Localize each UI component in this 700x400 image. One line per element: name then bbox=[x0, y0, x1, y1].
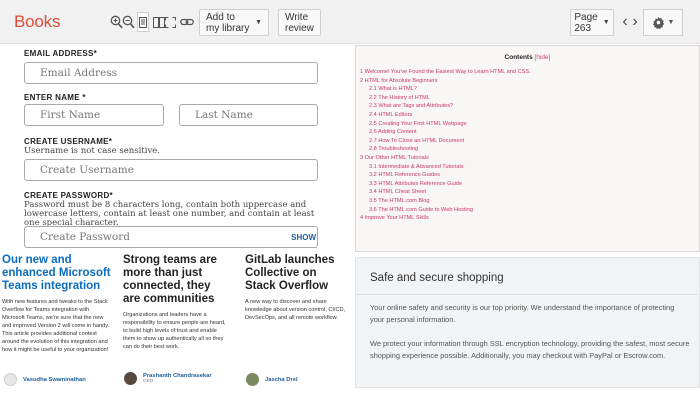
password-placeholder: Create Password bbox=[40, 231, 130, 243]
avatar bbox=[124, 372, 137, 385]
page-select-label: Page 263 bbox=[574, 11, 598, 34]
settings-button[interactable]: ▼ bbox=[643, 9, 683, 36]
chevron-down-icon: ▼ bbox=[255, 19, 262, 26]
toc-link[interactable]: 3.5 The HTML.com Blog bbox=[360, 197, 690, 206]
chevron-down-icon: ▼ bbox=[667, 19, 675, 26]
password-help-text: Password must be 8 characters long, cont… bbox=[24, 200, 315, 228]
toc-link[interactable]: 3.1 Intermediate & Advanced Tutorials bbox=[360, 163, 690, 172]
toc-link[interactable]: 3.3 HTML Attributes Reference Guide bbox=[360, 180, 690, 189]
link-icon[interactable] bbox=[177, 11, 197, 33]
safe-shopping-title: Safe and secure shopping bbox=[370, 272, 504, 284]
toc-link[interactable]: 3 Our Other HTML Tutorials bbox=[360, 154, 690, 163]
toc-link[interactable]: 2.1 What is HTML? bbox=[360, 85, 690, 94]
single-page-view-icon[interactable] bbox=[137, 12, 149, 32]
add-to-library-button[interactable]: Add to my library ▼ bbox=[199, 9, 269, 36]
article-author[interactable]: Vasudha Swaminathan bbox=[4, 373, 86, 386]
toc-link[interactable]: 2.6 Adding Content bbox=[360, 128, 690, 137]
divider bbox=[356, 294, 699, 295]
toc-link[interactable]: 2.4 HTML Editors bbox=[360, 111, 690, 120]
contents-heading: Contents bbox=[504, 54, 533, 61]
toc-link[interactable]: 4 Improve Your HTML Skills bbox=[360, 214, 690, 223]
toc-link[interactable]: 2.8 Troubleshooting bbox=[360, 145, 690, 154]
first-name-field[interactable]: First Name bbox=[24, 104, 164, 126]
page-select[interactable]: Page 263 ▼ bbox=[570, 9, 614, 36]
username-label: CREATE USERNAME* bbox=[24, 137, 113, 146]
last-name-field[interactable]: Last Name bbox=[179, 104, 318, 126]
hide-toc-link[interactable]: [hide] bbox=[535, 54, 551, 61]
books-toolbar: Books Add to my library ▼ Write review P… bbox=[0, 0, 700, 44]
toc-link[interactable]: 1 Welcome! You've Found the Easiest Way … bbox=[360, 68, 690, 77]
toc-link[interactable]: 2.3 What are Tags and Attributes? bbox=[360, 102, 690, 111]
toc-link[interactable]: 2.7 How To Close an HTML Document bbox=[360, 137, 690, 146]
username-field[interactable]: Create Username bbox=[24, 159, 318, 181]
contents-title: Contents [hide] bbox=[356, 54, 699, 61]
email-label: EMAIL ADDRESS* bbox=[24, 49, 98, 58]
article-title[interactable]: GitLab launches Collective on Stack Over… bbox=[245, 254, 348, 293]
toc-link[interactable]: 3.2 HTML Reference Guides bbox=[360, 171, 690, 180]
write-review-button[interactable]: Write review bbox=[278, 9, 321, 36]
author-name: Vasudha Swaminathan bbox=[23, 376, 86, 383]
article-card-gitlab[interactable]: GitLab launches Collective on Stack Over… bbox=[245, 254, 348, 322]
chevron-down-icon: ▼ bbox=[602, 19, 610, 26]
article-title[interactable]: Strong teams are more than just connecte… bbox=[123, 254, 230, 306]
show-password-button[interactable]: SHOW bbox=[291, 233, 316, 242]
safe-shopping-panel: Safe and secure shopping Your online saf… bbox=[355, 257, 700, 388]
password-field[interactable]: Create Password bbox=[24, 226, 318, 248]
gear-icon bbox=[652, 16, 664, 29]
article-description: With new features and tweaks to the Stac… bbox=[2, 299, 110, 353]
avatar bbox=[4, 373, 17, 386]
avatar bbox=[246, 373, 259, 386]
article-author[interactable]: Prashanth Chandrasekar CEO bbox=[124, 372, 212, 385]
write-review-label: Write review bbox=[285, 11, 314, 34]
author-name: Jascha Drel bbox=[265, 376, 298, 383]
article-card-teams[interactable]: Our new and enhanced Microsoft Teams int… bbox=[2, 254, 111, 354]
article-description: A new way to discover and share knowledg… bbox=[245, 299, 346, 321]
email-field[interactable]: Email Address bbox=[24, 62, 318, 84]
username-help-text: Username is not case sensitive. bbox=[24, 146, 160, 156]
zoom-out-icon[interactable] bbox=[118, 11, 138, 33]
toc-link[interactable]: 2.5 Creating Your First HTML Webpage bbox=[360, 120, 690, 129]
safe-shopping-paragraph: Your online safety and security is our t… bbox=[370, 303, 675, 324]
article-description: Organizations and leaders have a respons… bbox=[123, 312, 226, 350]
safe-shopping-paragraph: We protect your information through SSL … bbox=[370, 339, 690, 360]
article-author[interactable]: Jascha Drel bbox=[246, 373, 298, 386]
toc-link[interactable]: 2 HTML for Absolute Beginners bbox=[360, 77, 690, 86]
toc-list: 1 Welcome! You've Found the Easiest Way … bbox=[360, 68, 690, 223]
add-to-library-label: Add to my library bbox=[206, 11, 250, 34]
name-label: ENTER NAME * bbox=[24, 93, 86, 102]
books-logo[interactable]: Books bbox=[14, 12, 60, 32]
article-card-communities[interactable]: Strong teams are more than just connecte… bbox=[123, 254, 230, 351]
table-of-contents: Contents [hide] 1 Welcome! You've Found … bbox=[355, 45, 700, 252]
registration-form: EMAIL ADDRESS* Email Address ENTER NAME … bbox=[0, 45, 336, 252]
article-title[interactable]: Our new and enhanced Microsoft Teams int… bbox=[2, 254, 111, 293]
password-label: CREATE PASSWORD* bbox=[24, 191, 113, 200]
toc-link[interactable]: 3.4 HTML Cheat Sheet bbox=[360, 188, 690, 197]
author-role: CEO bbox=[143, 379, 154, 384]
toc-link[interactable]: 2.2 The History of HTML bbox=[360, 94, 690, 103]
toc-link[interactable]: 3.6 The HTML.com Guide to Web Hosting bbox=[360, 206, 690, 215]
next-page-icon[interactable]: › bbox=[625, 11, 645, 33]
